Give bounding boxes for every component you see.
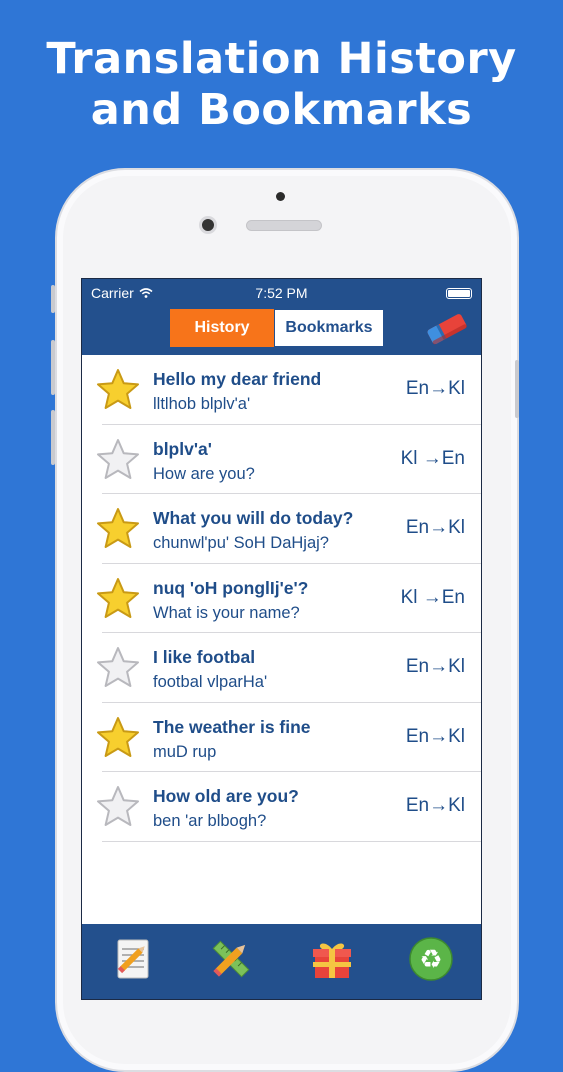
list-item[interactable]: I like footbal footbal vlparHa' En→Kl bbox=[82, 633, 481, 703]
list-item[interactable]: What you will do today? chunwl'pu' SoH Da… bbox=[82, 494, 481, 564]
pencil-ruler-icon[interactable] bbox=[207, 935, 255, 983]
notepad-icon[interactable] bbox=[110, 935, 158, 983]
phone-speaker bbox=[246, 220, 322, 231]
star-filled-icon[interactable] bbox=[96, 577, 140, 621]
language-direction: Kl →En bbox=[400, 447, 465, 469]
translated-text: What is your name? bbox=[153, 603, 300, 622]
source-text: nuq 'oH ponglIj'e'? bbox=[153, 577, 309, 598]
translated-text: lltlhob blplv'a' bbox=[153, 395, 251, 413]
phone-mute-switch bbox=[51, 285, 55, 313]
clock: 7:52 PM bbox=[255, 285, 308, 301]
translated-text: How are you? bbox=[153, 464, 255, 483]
language-direction: En→Kl bbox=[405, 656, 465, 677]
app-screen: Carrier 7:52 PM History Bookmarks Hello … bbox=[81, 278, 482, 1000]
language-direction: En→Kl bbox=[405, 795, 465, 816]
star-filled-icon[interactable] bbox=[96, 716, 140, 760]
history-bookmarks-segmented-control: History Bookmarks bbox=[170, 309, 384, 347]
language-direction: En→Kl bbox=[405, 378, 465, 399]
translated-text: muD rup bbox=[153, 742, 217, 761]
list-item[interactable]: Hello my dear friend lltlhob blplv'a' En→K… bbox=[82, 355, 481, 425]
phone-power-button bbox=[515, 360, 519, 418]
status-bar: Carrier 7:52 PM bbox=[82, 285, 481, 303]
list-item[interactable]: nuq 'oH ponglIj'e'? What is your name? Kl … bbox=[82, 564, 481, 633]
svg-text:♻: ♻ bbox=[419, 945, 442, 975]
source-text: The weather is fine bbox=[153, 716, 311, 737]
phone-front-camera bbox=[199, 216, 217, 234]
source-text: I like footbal bbox=[153, 647, 256, 667]
translated-text: ben 'ar blbogh? bbox=[153, 812, 267, 830]
tab-history[interactable]: History bbox=[170, 309, 274, 347]
promo-headline: Translation History and Bookmarks bbox=[0, 34, 563, 136]
translation-history-list: Hello my dear friend lltlhob blplv'a' En→K… bbox=[82, 355, 481, 988]
star-outline-icon[interactable] bbox=[96, 646, 140, 690]
headline-line-1: Translation History bbox=[46, 34, 517, 84]
star-filled-icon[interactable] bbox=[96, 507, 140, 551]
eraser-icon[interactable] bbox=[425, 309, 469, 349]
gift-icon[interactable] bbox=[308, 935, 356, 983]
phone-volume-up bbox=[51, 340, 55, 395]
language-direction: Kl →En bbox=[400, 586, 465, 608]
language-direction: En→Kl bbox=[405, 725, 465, 747]
list-item[interactable]: How old are you? ben 'ar blbogh? En→Kl bbox=[82, 772, 481, 842]
bottom-tab-bar: ♻ bbox=[82, 924, 481, 999]
translated-text: footbal vlparHa' bbox=[153, 673, 268, 691]
translated-text: chunwl'pu' SoH DaHjaj? bbox=[153, 534, 329, 552]
source-text: How old are you? bbox=[153, 786, 299, 806]
phone-sensor bbox=[276, 192, 285, 201]
navigation-bar: Carrier 7:52 PM History Bookmarks bbox=[82, 279, 481, 355]
language-direction: En→Kl bbox=[405, 517, 465, 538]
source-text: Hello my dear friend bbox=[153, 369, 322, 389]
star-outline-icon[interactable] bbox=[96, 785, 140, 829]
recycle-icon[interactable]: ♻ bbox=[407, 935, 455, 983]
source-text: What you will do today? bbox=[153, 508, 354, 528]
star-outline-icon[interactable] bbox=[96, 438, 140, 482]
headline-line-2: and Bookmarks bbox=[90, 85, 473, 135]
list-item[interactable]: The weather is fine muD rup En→Kl bbox=[82, 703, 481, 772]
star-filled-icon[interactable] bbox=[96, 368, 140, 412]
phone-volume-down bbox=[51, 410, 55, 465]
list-item[interactable]: blplv'a' How are you? Kl →En bbox=[82, 425, 481, 494]
tab-bookmarks[interactable]: Bookmarks bbox=[274, 309, 384, 347]
source-text: blplv'a' bbox=[153, 438, 212, 459]
battery-icon bbox=[446, 288, 472, 299]
row-divider bbox=[102, 840, 481, 842]
